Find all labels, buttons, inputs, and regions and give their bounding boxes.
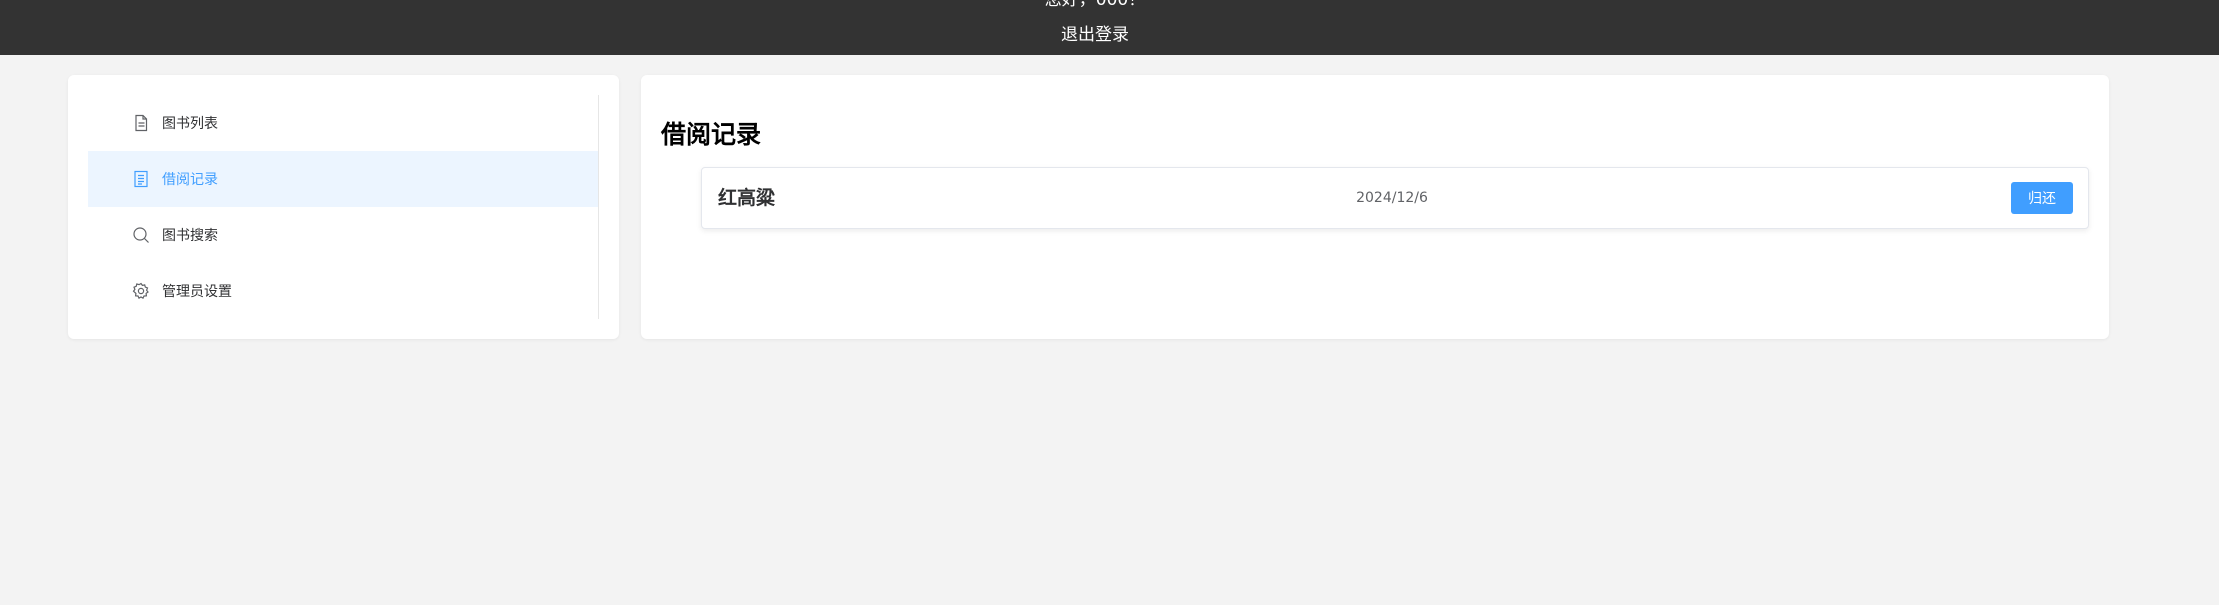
sidebar-item-book-search[interactable]: 图书搜索: [88, 207, 598, 263]
sidebar-item-book-list[interactable]: 图书列表: [88, 95, 598, 151]
document-list-icon: [132, 170, 150, 188]
borrow-date: 2024/12/6: [1356, 190, 1428, 206]
return-button[interactable]: 归还: [2011, 182, 2073, 214]
search-icon: [132, 226, 150, 244]
menu-divider: [598, 95, 599, 319]
document-icon: [132, 114, 150, 132]
sidebar-card: 图书列表 借阅记录 图书搜索 管理员设置: [68, 75, 619, 339]
page-title: 借阅记录: [661, 120, 762, 149]
sidebar-item-label: 借阅记录: [162, 172, 218, 188]
borrow-record-row: 红高粱 2024/12/6 归还: [701, 167, 2089, 229]
top-bar: 您好，000！ 退出登录: [0, 0, 2219, 55]
sidebar-item-label: 图书搜索: [162, 228, 218, 244]
sidebar-item-admin-settings[interactable]: 管理员设置: [88, 263, 598, 319]
greeting-text: 您好，000！: [1044, 0, 1146, 10]
sidebar-item-label: 图书列表: [162, 116, 218, 132]
gear-icon: [132, 282, 150, 300]
sidebar-item-label: 管理员设置: [162, 284, 232, 300]
sidebar-item-borrow-records[interactable]: 借阅记录: [88, 151, 598, 207]
main-card: 借阅记录 红高粱 2024/12/6 归还: [641, 75, 2109, 339]
logout-link[interactable]: 退出登录: [0, 24, 2190, 46]
